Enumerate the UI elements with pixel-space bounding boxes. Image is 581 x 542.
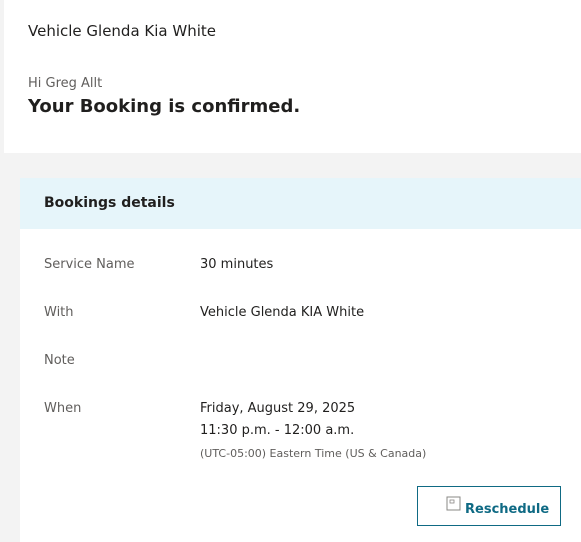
reschedule-button[interactable]: Reschedule <box>417 486 561 526</box>
when-label: When <box>44 401 82 416</box>
booking-details-header: Bookings details <box>20 178 581 229</box>
confirmation-header-card: Vehicle Glenda Kia White Hi Greg Allt Yo… <box>4 0 581 153</box>
reschedule-label: Reschedule <box>465 502 550 517</box>
booking-details-title: Bookings details <box>44 195 175 211</box>
vehicle-title: Vehicle Glenda Kia White <box>28 22 216 40</box>
with-label: With <box>44 305 74 320</box>
booking-details-card: Bookings details Service Name 30 minutes… <box>20 178 581 542</box>
calendar-icon <box>446 496 461 511</box>
note-label: Note <box>44 353 75 368</box>
service-name-label: Service Name <box>44 257 135 272</box>
with-value: Vehicle Glenda KIA White <box>200 305 365 320</box>
confirmation-heading: Your Booking is confirmed. <box>28 96 301 117</box>
when-timezone: (UTC-05:00) Eastern Time (US & Canada) <box>200 447 427 460</box>
when-date: Friday, August 29, 2025 <box>200 401 356 416</box>
service-name-value: 30 minutes <box>200 257 274 272</box>
when-time: 11:30 p.m. - 12:00 a.m. <box>200 423 355 438</box>
greeting-text: Hi Greg Allt <box>28 76 103 91</box>
